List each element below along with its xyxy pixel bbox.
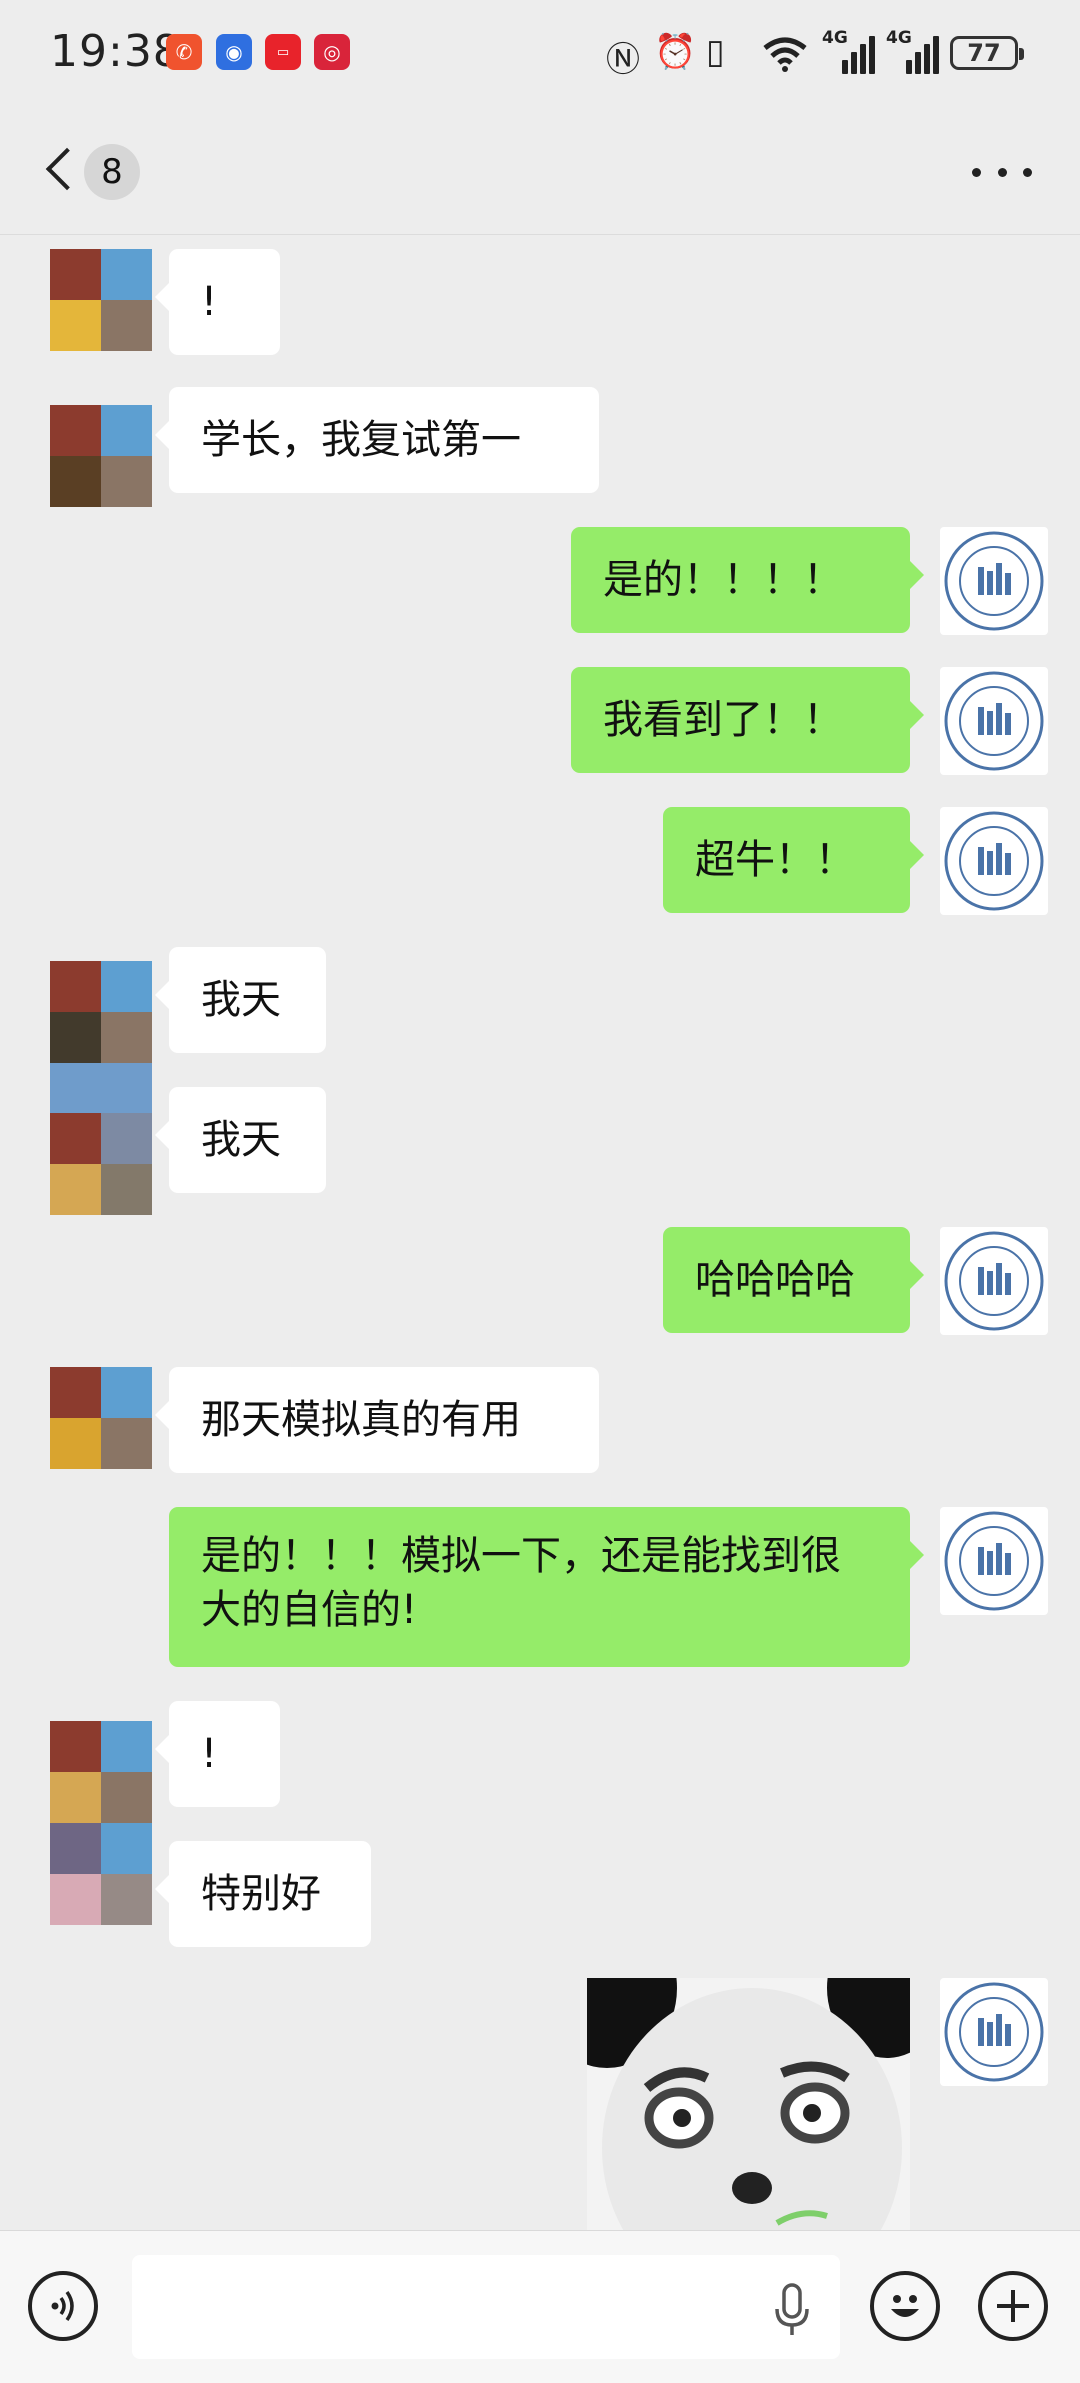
dot-icon	[997, 167, 1007, 177]
panda-face-sticker[interactable]	[587, 1978, 910, 2230]
message-bubble-incoming[interactable]: 特别好	[155, 1841, 371, 1947]
message-input[interactable]	[132, 2255, 840, 2359]
contact-avatar[interactable]	[50, 249, 152, 351]
contact-avatar[interactable]	[50, 1367, 152, 1469]
my-avatar[interactable]	[940, 1227, 1048, 1335]
dot-icon	[1023, 167, 1032, 177]
message-bubble-incoming[interactable]: 那天模拟真的有用	[155, 1367, 599, 1473]
school-logo-icon	[944, 811, 1044, 911]
signal-icon: 4G	[822, 28, 876, 74]
message-bubble-outgoing[interactable]: 是的！！！模拟一下，还是能找到很大的自信的!	[169, 1507, 924, 1667]
vibrate-icon: ▯	[706, 32, 725, 72]
microphone-icon[interactable]	[772, 2283, 812, 2339]
voice-waves-icon	[51, 2290, 74, 2322]
network-type-label: 4G	[822, 28, 848, 48]
emoji-icon[interactable]	[870, 2271, 940, 2341]
school-logo-icon	[944, 1982, 1044, 2082]
plus-icon[interactable]	[978, 2271, 1048, 2341]
battery-icon: 77	[950, 36, 1024, 70]
status-time: 19:38	[50, 26, 182, 77]
message-bubble-outgoing[interactable]: 我看到了！！	[571, 667, 924, 773]
missed-call-icon: ✆	[166, 34, 202, 70]
message-bubble-incoming[interactable]: 我天	[155, 1087, 326, 1193]
more-options-button[interactable]	[972, 152, 1032, 192]
voice-toggle-icon[interactable]	[28, 2271, 98, 2341]
wifi-icon	[763, 37, 807, 72]
app-notification-icon: ◉	[216, 34, 252, 70]
nfc-icon: Ⓝ	[606, 40, 640, 80]
school-logo-icon	[944, 1231, 1044, 1331]
my-avatar[interactable]	[940, 667, 1048, 775]
contact-avatar[interactable]	[50, 405, 152, 507]
my-avatar[interactable]	[940, 1978, 1048, 2086]
my-avatar[interactable]	[940, 527, 1048, 635]
message-list[interactable]: ! 学长，我复试第一 是的！！！！ 我看到了！！ 超牛！！ 我天 我天 哈哈哈哈…	[0, 235, 1080, 2230]
message-bubble-outgoing[interactable]: 哈哈哈哈	[663, 1227, 924, 1333]
app-notification-icon: ◎	[314, 34, 350, 70]
signal-icon: 4G	[886, 28, 940, 74]
my-avatar[interactable]	[940, 1507, 1048, 1615]
alarm-icon: ⏰	[654, 32, 697, 72]
dot-icon	[972, 167, 981, 177]
network-type-label: 4G	[886, 28, 912, 48]
plus-glyph-icon	[997, 2290, 1029, 2322]
school-logo-icon	[944, 531, 1044, 631]
message-bubble-incoming[interactable]: !	[155, 1701, 280, 1807]
status-bar: 19:38 ✆ ◉ ▭ ◎ Ⓝ ⏰ ▯ 4G 4G 77	[0, 0, 1080, 110]
unread-count-badge[interactable]: 8	[84, 144, 140, 200]
school-logo-icon	[944, 1511, 1044, 1611]
message-bubble-outgoing[interactable]: 是的！！！！	[571, 527, 924, 633]
contact-avatar[interactable]	[50, 961, 152, 1215]
app-notification-icon: ▭	[265, 34, 301, 70]
input-bar	[0, 2230, 1080, 2383]
message-bubble-outgoing[interactable]: 超牛！！	[663, 807, 924, 913]
chat-header: 8	[0, 110, 1080, 234]
smiley-icon	[891, 2295, 919, 2317]
message-bubble-incoming[interactable]: !	[155, 249, 280, 355]
message-bubble-incoming[interactable]: 我天	[155, 947, 326, 1053]
school-logo-icon	[944, 671, 1044, 771]
chevron-left-icon[interactable]	[45, 147, 89, 191]
message-bubble-incoming[interactable]: 学长，我复试第一	[155, 387, 599, 493]
my-avatar[interactable]	[940, 807, 1048, 915]
contact-avatar[interactable]	[50, 1721, 152, 1925]
